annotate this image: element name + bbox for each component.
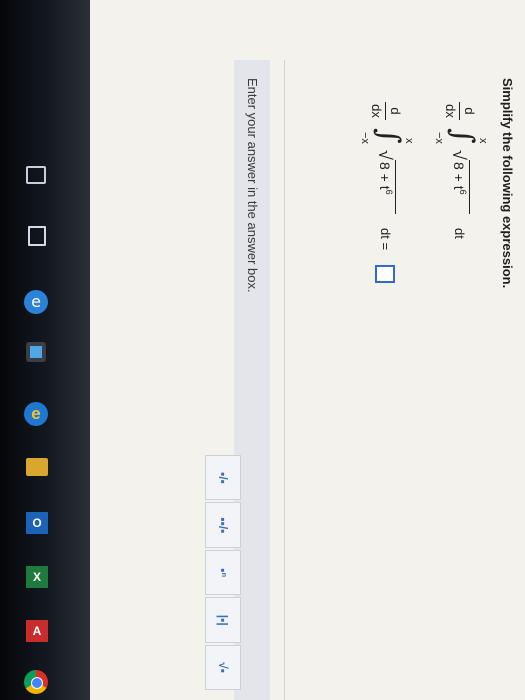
radical-sign: √	[449, 150, 469, 160]
search-icon[interactable]	[26, 166, 46, 184]
square-root-icon: √▪	[216, 662, 230, 674]
absolute-value-button[interactable]: |▪|	[205, 597, 241, 643]
square-root-button[interactable]: √▪	[205, 644, 241, 691]
integral-sign: ∫	[445, 128, 480, 144]
answer-expression: d dx x ∫ −x √ 8 + t6 dt =	[355, 100, 415, 400]
derivative-d: d	[388, 107, 403, 115]
radicand: 8 + t6	[377, 162, 394, 195]
excel-icon[interactable]: X	[26, 566, 48, 588]
mixed-number-icon: ▪▪/▪	[216, 517, 230, 534]
fraction-bar	[459, 102, 460, 120]
radicand-base: 8 + t	[377, 162, 393, 190]
store-icon[interactable]	[26, 342, 46, 362]
windows-taskbar: e e O X A	[0, 0, 90, 700]
question-page: Simplify the following expression. d dx …	[90, 0, 525, 700]
fraction-bar	[385, 102, 386, 120]
radicand-exponent: 6	[458, 189, 468, 195]
screen: e e O X A Simplify the following express…	[0, 0, 525, 700]
fraction-icon: ▪/▪	[216, 472, 230, 484]
edge-browser-icon[interactable]: e	[24, 290, 48, 314]
answer-input-box[interactable]	[375, 265, 395, 283]
outlook-icon[interactable]: O	[26, 512, 48, 534]
derivative-dx: dx	[443, 104, 458, 118]
integral-sign: ∫	[371, 128, 406, 144]
square-root: √ 8 + t6	[373, 150, 396, 220]
radicand-base: 8 + t	[451, 162, 467, 190]
question-title: Simplify the following expression.	[500, 78, 515, 289]
radicand-exponent: 6	[384, 189, 394, 195]
internet-explorer-icon[interactable]: e	[24, 402, 48, 426]
radical-bar	[469, 160, 470, 214]
file-explorer-icon[interactable]	[26, 458, 48, 476]
differential: dt	[452, 228, 467, 239]
chrome-icon[interactable]	[24, 670, 48, 694]
square-root: √ 8 + t6	[447, 150, 470, 220]
differential-equals: dt =	[378, 228, 393, 251]
task-view-icon[interactable]	[28, 226, 46, 246]
exponent-icon: ▪ⁿ	[216, 568, 230, 578]
instruction-text: Enter your answer in the answer box.	[245, 78, 260, 293]
acrobat-icon[interactable]: A	[26, 620, 48, 642]
absolute-value-icon: |▪|	[216, 614, 230, 626]
lower-limit: −x	[359, 132, 371, 144]
lower-limit: −x	[433, 132, 445, 144]
fraction-button[interactable]: ▪/▪	[205, 455, 241, 501]
section-divider	[284, 60, 285, 700]
derivative-dx: dx	[369, 104, 384, 118]
math-palette: ▪/▪ ▪▪/▪ ▪ⁿ |▪| √▪	[201, 455, 241, 691]
derivative-d: d	[462, 107, 477, 115]
radical-sign: √	[375, 150, 395, 160]
radical-bar	[395, 160, 396, 214]
expression-display: d dx x ∫ −x √ 8 + t6 dt	[429, 100, 489, 360]
exponent-button[interactable]: ▪ⁿ	[205, 549, 241, 596]
mixed-number-button[interactable]: ▪▪/▪	[205, 502, 241, 548]
radicand: 8 + t6	[451, 162, 468, 195]
